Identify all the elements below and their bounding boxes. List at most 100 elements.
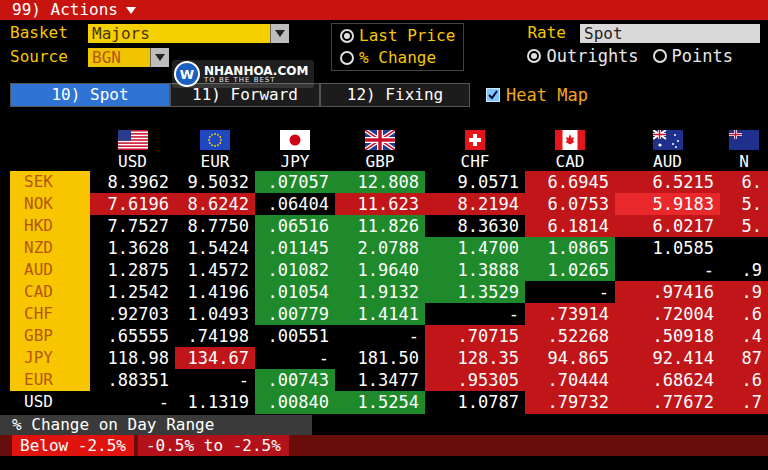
rate-cell[interactable]: .06516 (255, 215, 335, 238)
rate-cell[interactable]: 1.9640 (335, 259, 425, 282)
rate-cell[interactable]: .79732 (525, 391, 615, 414)
rate-cell[interactable]: .52268 (525, 325, 615, 348)
rate-cell[interactable]: .72004 (615, 303, 720, 326)
rate-cell[interactable]: 8.7750 (175, 215, 255, 238)
rate-cell[interactable]: 1.4700 (425, 237, 525, 260)
rate-cell[interactable]: 1.9132 (335, 281, 425, 304)
row-label[interactable]: CAD (10, 281, 90, 304)
heat-map-toggle[interactable]: Heat Map (486, 83, 588, 107)
rate-cell[interactable]: .07057 (255, 171, 335, 194)
rate-cell[interactable]: 8.3630 (425, 215, 525, 238)
actions-menu[interactable]: 99) Actions (12, 0, 118, 20)
rate-cell[interactable]: 6.6945 (525, 171, 615, 194)
rate-cell[interactable]: 6. (720, 171, 768, 194)
display-option[interactable]: Last Price (340, 26, 455, 46)
rate-cell[interactable]: 1.0585 (615, 237, 720, 260)
radio-icon[interactable] (340, 51, 354, 65)
rate-cell[interactable]: 1.2875 (90, 259, 175, 282)
rate-cell[interactable]: .9 (720, 259, 768, 282)
rate-cell[interactable]: .01082 (255, 259, 335, 282)
basket-dropdown-button[interactable] (270, 24, 289, 43)
row-label[interactable]: AUD (10, 259, 90, 282)
row-label[interactable]: JPY (10, 347, 90, 370)
rate-cell[interactable]: .00779 (255, 303, 335, 326)
rate-cell[interactable]: 8.2194 (425, 193, 525, 216)
rate-cell[interactable]: .00743 (255, 369, 335, 392)
column-header[interactable]: JPY (255, 125, 335, 171)
rate-cell[interactable]: .68624 (615, 369, 720, 392)
rate-cell[interactable]: 7.7527 (90, 215, 175, 238)
rate-cell[interactable]: 6.0217 (615, 215, 720, 238)
row-label[interactable]: NZD (10, 237, 90, 260)
rate-cell[interactable]: 8.6242 (175, 193, 255, 216)
rate-cell[interactable]: .00551 (255, 325, 335, 348)
column-header[interactable]: CHF (425, 125, 525, 171)
row-label[interactable]: CHF (10, 303, 90, 326)
rate-cell[interactable]: 1.4572 (175, 259, 255, 282)
rate-cell[interactable]: 11.623 (335, 193, 425, 216)
rate-cell[interactable]: 5.9183 (615, 193, 720, 216)
rate-cell[interactable]: 9.5032 (175, 171, 255, 194)
display-option[interactable]: % Change (340, 48, 455, 68)
rate-cell[interactable]: 5. (720, 193, 768, 216)
rate-cell[interactable]: 92.414 (615, 347, 720, 370)
rate-cell[interactable]: .4 (720, 325, 768, 348)
rate-cell[interactable]: 5. (720, 215, 768, 238)
radio-icon[interactable] (653, 49, 667, 63)
rate-cell[interactable]: .92703 (90, 303, 175, 326)
rate-cell[interactable]: .06404 (255, 193, 335, 216)
rate-cell[interactable]: - (90, 391, 175, 414)
rate-cell[interactable]: 8.3962 (90, 171, 175, 194)
column-header[interactable]: AUD (615, 125, 720, 171)
column-header[interactable]: CAD (525, 125, 615, 171)
row-label[interactable]: USD (10, 391, 90, 414)
rate-cell[interactable]: 87 (720, 347, 768, 370)
rate-cell[interactable]: .6 (720, 303, 768, 326)
tab[interactable]: 10) Spot (10, 83, 170, 107)
rate-cell[interactable]: 1.0493 (175, 303, 255, 326)
rate-cell[interactable]: - (615, 259, 720, 282)
radio-icon[interactable] (340, 29, 354, 43)
rate-cell[interactable]: 1.1319 (175, 391, 255, 414)
rate-cell[interactable]: 128.35 (425, 347, 525, 370)
rate-cell[interactable]: - (525, 281, 615, 304)
rate-cell[interactable]: 1.5424 (175, 237, 255, 260)
rate-cell[interactable]: 1.3477 (335, 369, 425, 392)
rate-cell[interactable] (720, 237, 768, 260)
rate-cell[interactable]: .6 (720, 369, 768, 392)
rate-cell[interactable]: 94.865 (525, 347, 615, 370)
rate-cell[interactable]: 1.5254 (335, 391, 425, 414)
rate-cell[interactable]: .73914 (525, 303, 615, 326)
checkbox-icon[interactable] (486, 88, 500, 102)
rate-cell[interactable]: .95305 (425, 369, 525, 392)
row-label[interactable]: SEK (10, 171, 90, 194)
rate-cell[interactable]: - (175, 369, 255, 392)
rate-cell[interactable]: .65555 (90, 325, 175, 348)
rate-field[interactable]: Spot (580, 24, 760, 43)
rate-cell[interactable]: 12.808 (335, 171, 425, 194)
rate-cell[interactable]: .77672 (615, 391, 720, 414)
row-label[interactable]: EUR (10, 369, 90, 392)
rate-cell[interactable]: 118.98 (90, 347, 175, 370)
rate-cell[interactable]: 1.0265 (525, 259, 615, 282)
rate-cell[interactable]: 6.1814 (525, 215, 615, 238)
rate-cell[interactable]: - (255, 347, 335, 370)
rate-cell[interactable]: 7.6196 (90, 193, 175, 216)
rate-cell[interactable]: .70444 (525, 369, 615, 392)
rate-cell[interactable]: 1.0865 (525, 237, 615, 260)
rate-cell[interactable]: .7 (720, 391, 768, 414)
rate-cell[interactable]: 6.0753 (525, 193, 615, 216)
source-field[interactable]: BGN (88, 48, 150, 67)
source-dropdown-button[interactable] (150, 48, 169, 67)
rate-cell[interactable]: 1.3888 (425, 259, 525, 282)
row-label[interactable]: GBP (10, 325, 90, 348)
rate-cell[interactable]: 6.5215 (615, 171, 720, 194)
rate-cell[interactable]: 1.2542 (90, 281, 175, 304)
basket-field[interactable]: Majors (88, 24, 270, 43)
rate-cell[interactable]: 1.4141 (335, 303, 425, 326)
rate-cell[interactable]: .00840 (255, 391, 335, 414)
rate-cell[interactable]: - (425, 303, 525, 326)
rate-cell[interactable]: .01054 (255, 281, 335, 304)
row-label[interactable]: NOK (10, 193, 90, 216)
rate-cell[interactable]: 1.4196 (175, 281, 255, 304)
